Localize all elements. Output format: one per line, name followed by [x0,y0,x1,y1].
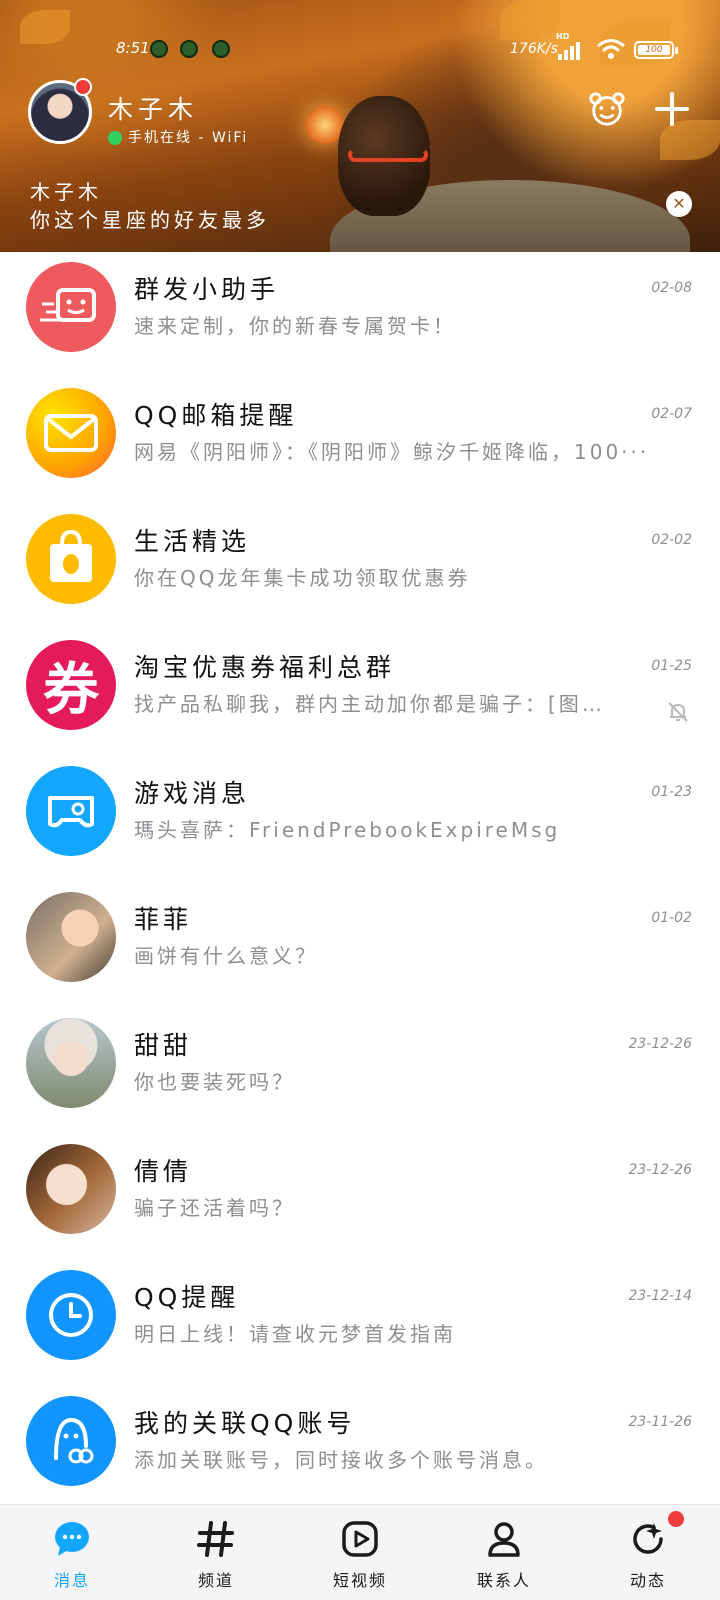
conversation-name: QQ邮箱提醒 [134,401,298,430]
battery-level: 100 [645,45,663,55]
linked-account-icon [26,1396,116,1486]
conversation-row[interactable]: 我的关联QQ账号 添加关联账号，同时接收多个账号消息。 23-11-26 [0,1386,720,1504]
tab-contacts[interactable]: 联系人 [432,1505,576,1600]
coupon-icon: 券 [26,640,116,730]
conversation-preview: 找产品私聊我，群内主动加你都是骗子：[图··· [134,692,604,716]
tab-label: 动态 [629,1571,666,1590]
conversation-name: 菲菲 [134,905,193,934]
notification-badge [668,1511,684,1527]
conversation-preview: 画饼有什么意义？ [134,944,318,968]
gamepad-icon [26,766,116,856]
mail-icon [26,388,116,478]
conversation-time: 02-08 [651,280,692,296]
tab-moments[interactable]: 动态 [576,1505,720,1600]
conversation-name: 游戏消息 [134,779,251,808]
conversation-time: 23-12-26 [628,1036,692,1052]
conversation-time: 02-02 [651,532,692,548]
tab-label: 频道 [197,1571,234,1590]
conversation-time: 01-23 [651,784,692,800]
status-time: 8:51 [116,39,150,57]
tab-label: 短视频 [332,1571,387,1590]
bottom-tab-bar: 消息 频道 短视频 联系人 动态 [0,1504,720,1600]
tab-channels[interactable]: 频道 [144,1505,288,1600]
hashtag-icon [197,1521,234,1557]
conversation-name: 生活精选 [134,527,251,556]
conversation-preview: 速来定制，你的新春专属贺卡！ [134,314,456,338]
conversation-name: 甜甜 [134,1031,193,1060]
tab-short-video[interactable]: 短视频 [288,1505,432,1600]
signal-icon [558,40,586,60]
conversation-row[interactable]: 生活精选 你在QQ龙年集卡成功领取优惠券 02-02 [0,504,720,630]
user-avatar-photo [26,892,116,982]
conversation-row[interactable]: QQ邮箱提醒 网易《阴阳师》：《阴阳师》鲸汐千姬降临，100··· 02-07 [0,378,720,504]
conversation-row[interactable]: 群发小助手 速来定制，你的新春专属贺卡！ 02-08 [0,252,720,378]
battery-icon: 100 [634,41,678,59]
conversation-name: QQ提醒 [134,1283,240,1312]
conversation-preview: 明日上线！请查收元梦首发指南 [134,1322,456,1346]
conversation-row[interactable]: 游戏消息 瑪头喜萨：FriendPrebookExpireMsg 01-23 [0,756,720,882]
notification-app-icon [150,40,168,58]
conversation-preview: 你也要装死吗？ [134,1070,295,1094]
status-bar: 8:51 176K/s HD 100 [0,32,720,62]
conversation-time: 23-12-14 [628,1288,692,1304]
mute-bell-icon [668,702,688,722]
background-scarf [348,148,428,162]
conversation-name: 淘宝优惠券福利总群 [134,653,396,682]
conversation-row[interactable]: QQ提醒 明日上线！请查收元梦首发指南 23-12-14 [0,1260,720,1386]
conversation-time: 23-11-26 [628,1414,692,1430]
leaf-decoration [500,0,560,40]
conversation-preview: 骗子还活着吗？ [134,1196,295,1220]
chat-bubble-icon [55,1522,89,1556]
coupon-glyph: 券 [43,656,99,723]
conversation-row[interactable]: 倩倩 骗子还活着吗？ 23-12-26 [0,1134,720,1260]
tab-label: 消息 [53,1571,90,1590]
tab-label: 联系人 [476,1571,531,1590]
person-icon [488,1522,520,1557]
refresh-star-icon [633,1523,663,1554]
avatar-notification-dot [74,78,92,96]
conversation-row[interactable]: 甜甜 你也要装死吗？ 23-12-26 [0,1008,720,1134]
banner-title[interactable]: 木子木 [30,176,102,205]
user-avatar-photo [26,1144,116,1234]
network-speed: 176K/s [510,41,558,57]
conversation-list[interactable]: 群发小助手 速来定制，你的新春专属贺卡！ 02-08 QQ邮箱提醒 网易《阴阳师… [0,252,720,1504]
conversation-preview: 添加关联账号，同时接收多个账号消息。 [134,1448,548,1472]
tab-messages[interactable]: 消息 [0,1505,144,1600]
banner-close-icon[interactable]: ✕ [666,191,692,217]
notification-app-icon [180,40,198,58]
conversation-name: 群发小助手 [134,275,280,304]
bear-face-icon[interactable] [588,90,626,128]
conversation-name: 倩倩 [134,1157,193,1186]
conversation-preview: 瑪头喜萨：FriendPrebookExpireMsg [134,818,561,842]
conversation-time: 02-07 [651,406,692,422]
wifi-icon [597,39,625,59]
profile-header: 8:51 176K/s HD 100 木子木 手机在线 - WiFi 木子木 你… [0,0,720,252]
user-avatar-photo [26,1018,116,1108]
card-icon [26,262,116,352]
conversation-time: 01-25 [651,658,692,674]
conversation-preview: 网易《阴阳师》：《阴阳师》鲸汐千姬降临，100··· [134,440,650,464]
add-plus-icon[interactable] [655,92,689,126]
notification-app-icon [212,40,230,58]
conversation-time: 01-02 [651,910,692,926]
conversation-row[interactable]: 菲菲 画饼有什么意义？ 01-02 [0,882,720,1008]
shopping-bag-icon [26,514,116,604]
clock-icon [26,1270,116,1360]
video-play-icon [342,1521,378,1557]
leaf-decoration [660,120,720,160]
banner-text[interactable]: 你这个星座的好友最多 [30,204,270,233]
conversation-time: 23-12-26 [628,1162,692,1178]
conversation-name: 我的关联QQ账号 [134,1409,356,1438]
conversation-preview: 你在QQ龙年集卡成功领取优惠券 [134,566,471,590]
conversation-row[interactable]: 券 淘宝优惠券福利总群 找产品私聊我，群内主动加你都是骗子：[图··· 01-2… [0,630,720,756]
profile-name[interactable]: 木子木 [108,90,198,126]
online-status-icon [108,131,122,145]
online-status[interactable]: 手机在线 - WiFi [128,127,248,147]
